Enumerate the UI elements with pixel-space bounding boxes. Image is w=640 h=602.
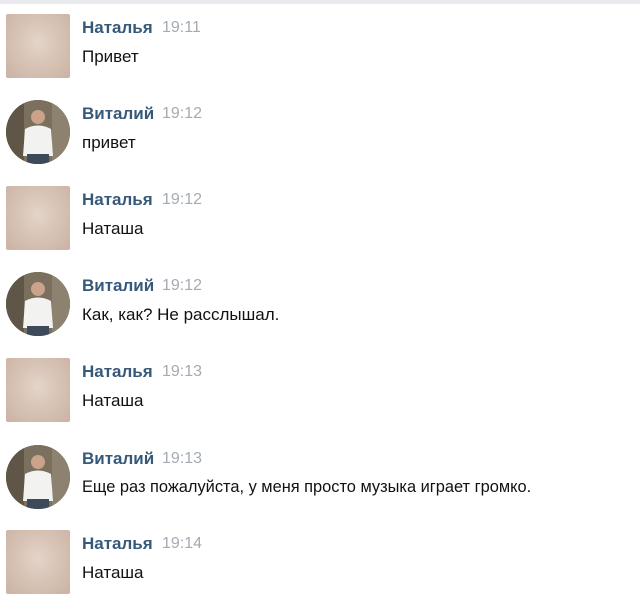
message-author[interactable]: Наталья [82,190,153,210]
message-time: 19:11 [162,19,201,36]
message-time: 19:14 [162,535,203,552]
vitaly-avatar[interactable] [6,445,70,509]
top-border [0,0,640,4]
message-author[interactable]: Наталья [82,362,153,382]
message-author[interactable]: Наталья [82,534,153,554]
message-author[interactable]: Виталий [82,104,154,124]
message-item: Наталья 19:11 Привет [0,14,640,86]
message-text: Наташа [82,391,144,410]
message-time: 19:12 [162,105,203,122]
message-item: Виталий 19:12 привет [0,100,640,172]
vitaly-avatar[interactable] [6,100,70,164]
message-time: 19:13 [162,363,203,380]
natalia-avatar[interactable] [6,358,70,422]
message-text: Наташа [82,219,144,238]
message-item: Наталья 19:12 Наташа [0,186,640,258]
natalia-avatar[interactable] [6,530,70,594]
message-text: Привет [82,47,139,66]
natalia-avatar[interactable] [6,14,70,78]
message-time: 19:12 [162,277,203,294]
message-author[interactable]: Виталий [82,449,154,469]
message-text: Наташа [82,563,144,582]
message-time: 19:13 [162,450,203,467]
vitaly-avatar[interactable] [6,272,70,336]
message-time: 19:12 [162,191,203,208]
message-item: Наталья 19:13 Наташа [0,358,640,430]
message-text: Как, как? Не расслышал. [82,305,280,324]
message-author[interactable]: Виталий [82,276,154,296]
message-item: Наталья 19:14 Наташа [0,530,640,602]
message-item: Виталий 19:12 Как, как? Не расслышал. [0,272,640,344]
message-text: привет [82,133,136,152]
message-item: Виталий 19:13 Еще раз пожалуйста, у меня… [0,445,640,517]
natalia-avatar[interactable] [6,186,70,250]
message-text: Еще раз пожалуйста, у меня просто музыка… [82,478,532,496]
message-author[interactable]: Наталья [82,18,153,38]
